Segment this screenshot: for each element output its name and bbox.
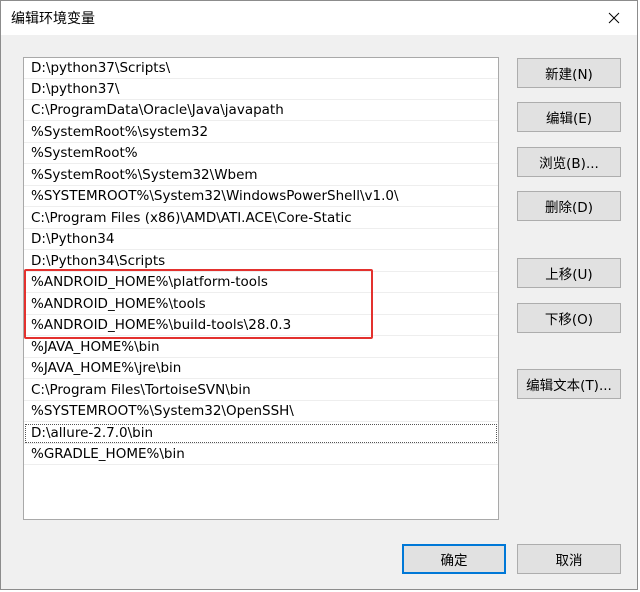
cancel-button[interactable]: 取消 xyxy=(517,544,621,574)
browse-button[interactable]: 浏览(B)... xyxy=(517,147,621,177)
list-item[interactable]: C:\ProgramData\Oracle\Java\javapath xyxy=(24,100,498,121)
title-bar: 编辑环境变量 xyxy=(1,1,637,35)
edit-button[interactable]: 编辑(E) xyxy=(517,102,621,132)
list-item[interactable]: %SystemRoot%\System32\Wbem xyxy=(24,165,498,186)
list-item[interactable]: %SYSTEMROOT%\System32\WindowsPowerShell\… xyxy=(24,186,498,207)
list-item[interactable]: D:\Python34\Scripts xyxy=(24,251,498,272)
list-item[interactable]: C:\Program Files (x86)\AMD\ATI.ACE\Core-… xyxy=(24,208,498,229)
list-item[interactable]: %ANDROID_HOME%\tools xyxy=(24,294,498,315)
move-down-button[interactable]: 下移(O) xyxy=(517,303,621,333)
new-button[interactable]: 新建(N) xyxy=(517,58,621,88)
list-item-focused[interactable]: D:\allure-2.7.0\bin xyxy=(24,423,498,444)
list-item[interactable]: C:\Program Files\TortoiseSVN\bin xyxy=(24,380,498,401)
path-list[interactable]: D:\python37\Scripts\ D:\python37\ C:\Pro… xyxy=(23,57,499,520)
list-item[interactable]: %GRADLE_HOME%\bin xyxy=(24,444,498,465)
list-item[interactable]: %SystemRoot% xyxy=(24,143,498,164)
close-icon xyxy=(608,12,620,24)
delete-button[interactable]: 删除(D) xyxy=(517,191,621,221)
dialog-title: 编辑环境变量 xyxy=(11,11,95,27)
list-item[interactable]: %JAVA_HOME%\bin xyxy=(24,337,498,358)
ok-button[interactable]: 确定 xyxy=(402,544,506,574)
edit-env-variable-dialog: 编辑环境变量 D:\python37\Scripts\ D:\python37\… xyxy=(0,0,638,590)
move-up-button[interactable]: 上移(U) xyxy=(517,258,621,288)
list-item[interactable]: D:\Python34 xyxy=(24,229,498,250)
close-button[interactable] xyxy=(591,1,637,35)
list-item[interactable]: %SYSTEMROOT%\System32\OpenSSH\ xyxy=(24,401,498,422)
list-item[interactable]: D:\python37\Scripts\ xyxy=(24,58,498,79)
list-item[interactable]: %SystemRoot%\system32 xyxy=(24,122,498,143)
list-item[interactable]: %ANDROID_HOME%\platform-tools xyxy=(24,272,498,293)
list-item[interactable]: D:\python37\ xyxy=(24,79,498,100)
edit-text-button[interactable]: 编辑文本(T)... xyxy=(517,369,621,399)
list-item[interactable]: %JAVA_HOME%\jre\bin xyxy=(24,358,498,379)
list-item[interactable]: %ANDROID_HOME%\build-tools\28.0.3 xyxy=(24,315,498,336)
